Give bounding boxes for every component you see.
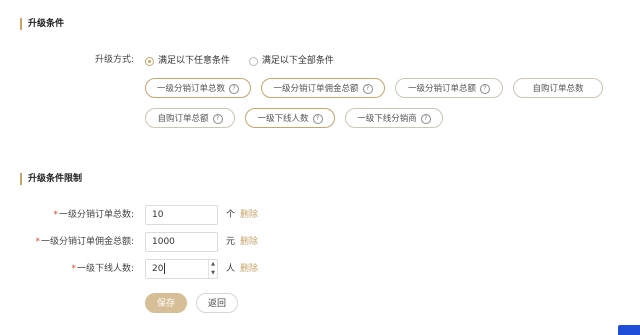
question-circle-icon[interactable]: ? [420, 113, 431, 124]
condition-chip-level1-downline-count[interactable]: 一级下线人数? [245, 108, 335, 128]
limit-input-order-count[interactable]: 10 [145, 205, 218, 225]
delete-link[interactable]: 删除 [240, 205, 258, 225]
condition-chip-label: 一级分销订单总数 [156, 84, 225, 94]
number-stepper[interactable]: ▲ ▼ [208, 260, 217, 278]
limit-label-text: 一级分销订单总数: [58, 210, 134, 220]
limit-input-commission-total[interactable]: 1000 [145, 232, 218, 252]
radio-unchecked-icon[interactable] [248, 56, 258, 66]
back-button[interactable]: 返回 [196, 293, 238, 313]
radio-all-conditions[interactable]: 满足以下全部条件 [248, 56, 350, 67]
delete-link[interactable]: 删除 [240, 232, 258, 252]
question-circle-icon[interactable]: ? [312, 113, 323, 124]
condition-chip-level1-downline-distributor[interactable]: 一级下线分销商? [345, 108, 443, 128]
required-asterisk: * [35, 237, 40, 247]
limit-label-order-count: *一级分销订单总数: [20, 205, 134, 225]
question-circle-icon[interactable]: ? [212, 113, 223, 124]
limit-label-downline-count: *一级下线人数: [20, 259, 134, 279]
limit-label-commission-total: *一级分销订单佣金总额: [20, 232, 134, 252]
radio-all-conditions-label[interactable]: 满足以下全部条件 [262, 56, 334, 66]
condition-chip-level1-commission-total[interactable]: 一级分销订单佣金总额? [261, 78, 385, 98]
corner-widget[interactable] [618, 325, 640, 335]
stepper-up-icon[interactable]: ▲ [209, 260, 217, 269]
condition-chip-label: 自购订单总额 [157, 114, 209, 124]
question-circle-icon[interactable]: ? [362, 83, 373, 94]
radio-any-condition-label[interactable]: 满足以下任意条件 [158, 56, 230, 66]
condition-chip-label: 一级下线分销商 [357, 114, 417, 124]
limit-input-downline-count[interactable]: 20 ▲ ▼ [145, 259, 218, 279]
section-title-upgrade-limits: 升级条件限制 [20, 173, 82, 185]
save-button[interactable]: 保存 [145, 293, 187, 313]
condition-chip-label: 自购订单总数 [532, 84, 584, 94]
radio-checked-icon[interactable] [145, 56, 154, 66]
condition-chip-self-order-count[interactable]: 自购订单总数 [513, 78, 603, 98]
condition-chip-self-order-amount[interactable]: 自购订单总额? [145, 108, 235, 128]
radio-any-condition[interactable]: 满足以下任意条件 [145, 56, 249, 67]
required-asterisk: * [71, 264, 76, 274]
question-circle-icon[interactable]: ? [480, 83, 490, 94]
condition-chip-label: 一级分销订单佣金总额 [273, 84, 359, 94]
limit-unit: 元 [226, 237, 236, 247]
required-asterisk: * [53, 210, 58, 220]
upgrade-mode-radio-group: 满足以下任意条件 满足以下全部条件 [145, 54, 350, 68]
condition-chip-level1-order-count[interactable]: 一级分销订单总数? [145, 78, 251, 98]
text-cursor [164, 263, 166, 274]
limit-unit: 人 [226, 264, 236, 274]
limit-unit: 个 [226, 210, 236, 220]
section-title-upgrade-conditions: 升级条件 [20, 18, 64, 30]
limit-input-value[interactable]: 20 [152, 264, 163, 274]
delete-link[interactable]: 删除 [240, 259, 258, 279]
upgrade-mode-label: 升级方式: [94, 55, 134, 65]
limit-label-text: 一级下线人数: [76, 264, 134, 274]
limit-label-text: 一级分销订单佣金总额: [40, 237, 134, 247]
stepper-down-icon[interactable]: ▼ [209, 269, 217, 278]
condition-chip-label: 一级下线人数 [257, 114, 309, 124]
question-circle-icon[interactable]: ? [229, 83, 239, 94]
condition-chip-level1-order-amount[interactable]: 一级分销订单总额? [395, 78, 503, 98]
condition-chip-label: 一级分销订单总额 [407, 84, 476, 94]
